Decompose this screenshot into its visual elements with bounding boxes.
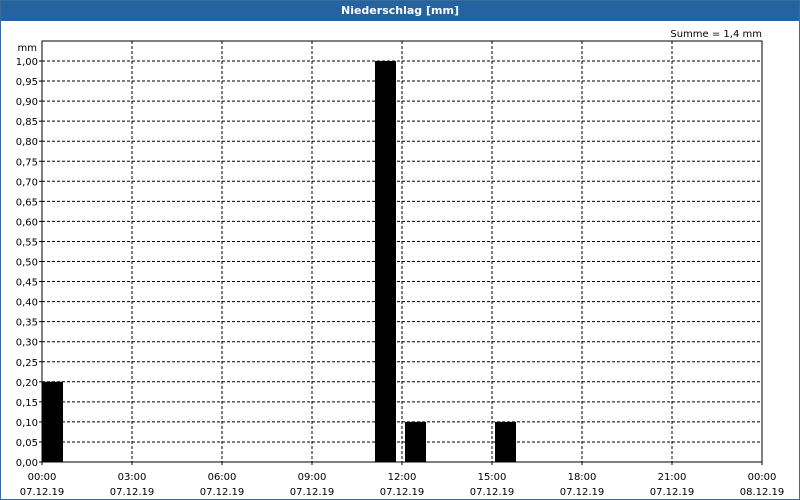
- x-tick-date-label: 07.12.19: [650, 487, 695, 498]
- precipitation-bar: [405, 421, 426, 462]
- y-tick-label: 0,15: [16, 398, 38, 409]
- y-tick-label: 0,75: [16, 157, 38, 168]
- x-tick-time-label: 15:00: [478, 472, 507, 483]
- y-tick-label: 0,95: [16, 77, 38, 88]
- x-tick-date-label: 07.12.19: [110, 487, 155, 498]
- x-tick-date-label: 07.12.19: [200, 487, 245, 498]
- x-tick-date-label: 07.12.19: [470, 487, 515, 498]
- x-tick-time-label: 00:00: [748, 472, 777, 483]
- precipitation-bar: [42, 381, 63, 462]
- y-tick-label: 0,25: [16, 358, 38, 369]
- y-tick-label: 0,60: [16, 217, 38, 228]
- y-tick-label: 0,40: [16, 298, 38, 309]
- y-tick-label: 0,30: [16, 338, 38, 349]
- x-tick-time-label: 21:00: [658, 472, 687, 483]
- y-tick-label: 0,00: [16, 458, 38, 469]
- precipitation-bar: [375, 61, 396, 462]
- x-tick-time-label: 00:00: [28, 472, 57, 483]
- y-tick-label: 0,35: [16, 318, 38, 329]
- y-tick-label: 0,90: [16, 97, 38, 108]
- y-tick-label: 0,65: [16, 197, 38, 208]
- y-tick-label: 0,20: [16, 378, 38, 389]
- y-axis-unit-label: mm: [18, 43, 37, 54]
- x-tick-date-label: 07.12.19: [290, 487, 335, 498]
- y-tick-label: 0,05: [16, 438, 38, 449]
- x-tick-time-label: 06:00: [208, 472, 237, 483]
- x-tick-date-label: 07.12.19: [20, 487, 65, 498]
- precipitation-bar: [495, 421, 516, 462]
- x-axis-ticks: 00:00 07.12.19 03:00 07.12.19 06:00 07.12.19 0…: [20, 462, 785, 498]
- y-tick-label: 0,85: [16, 117, 38, 128]
- y-tick-label: 0,10: [16, 418, 38, 429]
- sum-annotation: Summe = 1,4 mm: [670, 29, 762, 40]
- x-tick-time-label: 09:00: [298, 472, 327, 483]
- x-tick-time-label: 12:00: [388, 472, 417, 483]
- chart-window: Niederschlag [mm] mm Summe = 1,4 mm 0,00…: [0, 0, 800, 500]
- y-axis-ticks: 0,00 0,05 0,10 0,15 0,20 0,25 0,30 0,35 0,40 0,45…: [16, 57, 42, 469]
- y-tick-label: 0,70: [16, 177, 38, 188]
- chart-canvas: mm Summe = 1,4 mm 0,000,050,100,150,200,…: [16, 29, 785, 498]
- x-tick-time-label: 03:00: [118, 472, 147, 483]
- y-tick-label: 0,45: [16, 278, 38, 289]
- x-tick-date-label: 07.12.19: [560, 487, 605, 498]
- grid-lines: [42, 41, 762, 462]
- y-tick-label: 0,80: [16, 137, 38, 148]
- y-tick-label: 0,50: [16, 258, 38, 269]
- x-tick-time-label: 18:00: [568, 472, 597, 483]
- y-tick-label: 0,55: [16, 237, 38, 248]
- x-tick-date-label: 07.12.19: [380, 487, 425, 498]
- y-tick-label: 1,00: [16, 57, 38, 68]
- x-tick-date-label: 08.12.19: [740, 487, 785, 498]
